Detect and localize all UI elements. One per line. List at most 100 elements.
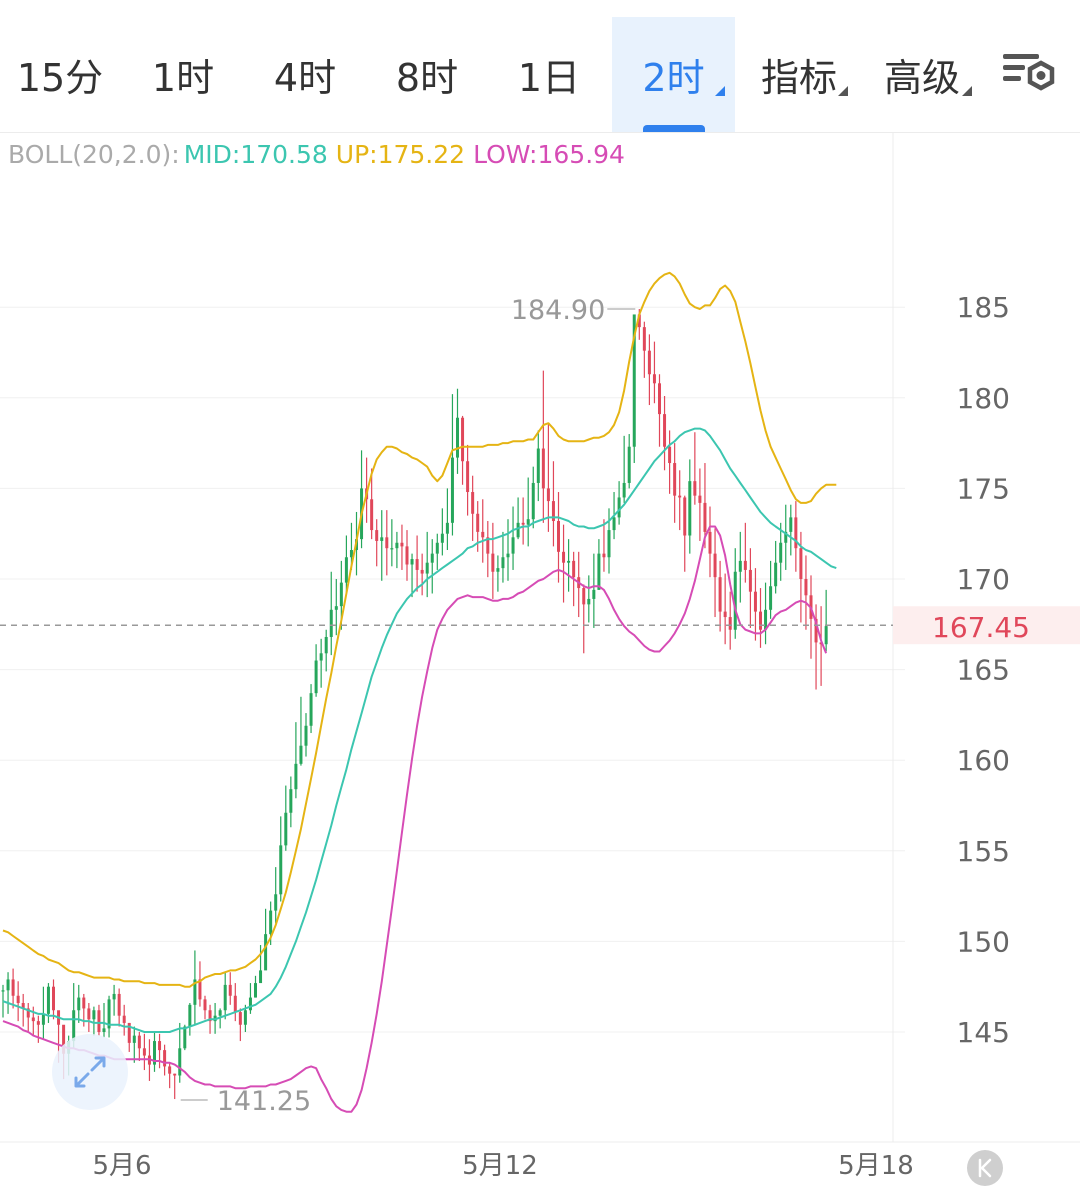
candle-body (491, 553, 495, 572)
candle-body (87, 1008, 91, 1020)
candle-body (304, 725, 308, 746)
candle-body (142, 1048, 146, 1056)
candle-body (117, 993, 121, 1016)
fullscreen-icon[interactable] (52, 1034, 128, 1110)
candle-body (663, 414, 667, 447)
tab-indicators-dropdown[interactable]: 指标 (740, 17, 858, 132)
candle-body (314, 660, 318, 694)
candlestick-chart[interactable]: 145 150 155 160 165 170 175 180 185 5月6 5月12 5月18 16… (0, 132, 1080, 1192)
candle-body (31, 1017, 35, 1022)
tab-label: 1日 (517, 56, 581, 100)
tab-1h[interactable]: 1时 (123, 17, 243, 132)
candle-body (759, 611, 762, 630)
candle-body (203, 999, 207, 1011)
candle-body (274, 894, 278, 911)
candle-body (420, 569, 424, 574)
candle-body (254, 983, 257, 998)
candle-body (52, 986, 55, 1011)
candle-body (1, 990, 5, 992)
x-tick-label: 5月6 (92, 1151, 151, 1181)
candle-body (774, 562, 778, 587)
candle-body (137, 1035, 141, 1049)
timeframe-tabs: 15分 1时 4时 8时 1日 2时 指标 高级 (0, 0, 1080, 133)
candle-body (11, 979, 15, 996)
y-tick-label: 180 (957, 382, 1010, 415)
candle-body (521, 522, 525, 525)
candle-body (72, 1010, 76, 1042)
tab-label: 高级 (883, 56, 960, 100)
candle-body (92, 1010, 96, 1020)
candle-body (769, 586, 773, 610)
candle-body (405, 546, 409, 565)
candle-body (339, 582, 343, 607)
tab-label: 指标 (760, 56, 837, 100)
dropdown-triangle-icon (838, 86, 848, 96)
tab-label: 8时 (395, 56, 459, 100)
candle-body (642, 327, 646, 351)
candle-body (445, 522, 449, 534)
candle-body (713, 553, 717, 578)
candle-body (370, 499, 374, 531)
candle-body (77, 997, 81, 1011)
candle-body (668, 446, 672, 464)
candle-body (476, 513, 480, 532)
candle-body (708, 531, 712, 554)
tab-advanced-dropdown[interactable]: 高级 (862, 17, 982, 132)
low-price-label: 141.25 (217, 1086, 311, 1117)
candle-body (233, 995, 237, 1013)
candle-body (178, 1048, 182, 1076)
candle-body (658, 383, 661, 415)
candle-body (582, 588, 586, 605)
candle-body (390, 548, 394, 550)
chart-settings-icon[interactable] (1000, 45, 1060, 105)
candle-body (102, 1028, 106, 1032)
candle-body (334, 606, 338, 610)
candle-body (259, 970, 263, 984)
candle-body (385, 537, 389, 549)
candle-body (410, 559, 414, 565)
candle-body (380, 537, 384, 541)
candle-body (243, 1010, 247, 1025)
current-price-label: 167.45 (932, 611, 1030, 644)
candle-body (41, 1013, 45, 1025)
candle-body (799, 548, 803, 579)
candle-body (440, 533, 444, 543)
y-tick-label: 150 (957, 925, 1010, 958)
candle-body (693, 481, 697, 496)
candle-body (546, 488, 550, 502)
tab-2h-dropdown[interactable]: 2时 (612, 17, 735, 132)
tab-8h[interactable]: 8时 (367, 17, 487, 132)
y-tick-label: 175 (957, 472, 1010, 505)
candle-body (526, 519, 530, 525)
tab-4h[interactable]: 4时 (245, 17, 365, 132)
candle-body (158, 1041, 162, 1051)
candle-body (789, 517, 793, 532)
candle-body (6, 979, 10, 991)
candle-body (228, 984, 232, 996)
candle-body (223, 984, 227, 1011)
candle-body (602, 553, 606, 558)
high-price-label: 184.90 (511, 295, 605, 326)
candle-body (592, 589, 596, 599)
candle-body (112, 993, 116, 1000)
tab-15min[interactable]: 15分 (0, 17, 120, 132)
candle-body (557, 521, 560, 552)
candle-body (279, 845, 283, 895)
candle-body (753, 591, 757, 612)
candle-body (511, 537, 515, 554)
candle-body (97, 1010, 101, 1032)
tab-1d[interactable]: 1日 (489, 17, 609, 132)
candle-body (562, 551, 566, 563)
candle-body (435, 542, 439, 554)
candle-body (329, 609, 333, 637)
candle-body (264, 934, 268, 971)
candle-body (284, 812, 288, 846)
candle-body (824, 626, 828, 645)
reset-latest-icon[interactable] (967, 1150, 1003, 1186)
candle-body (531, 482, 535, 520)
x-tick-label: 5月18 (838, 1151, 914, 1181)
candle-body (743, 560, 747, 570)
candle-body (673, 463, 677, 496)
candle-body (748, 569, 752, 592)
candle-body (461, 417, 465, 462)
